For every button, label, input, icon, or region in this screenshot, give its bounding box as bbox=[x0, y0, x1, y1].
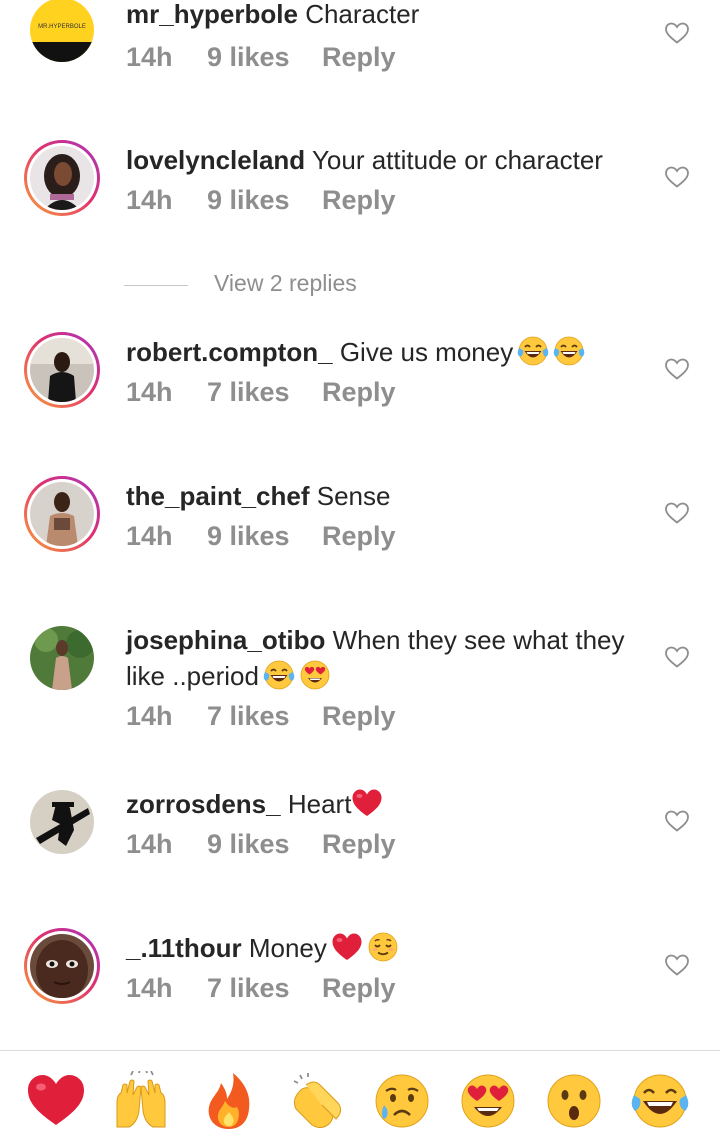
likes-count[interactable]: 7 likes bbox=[207, 701, 322, 732]
like-heart-icon[interactable] bbox=[664, 356, 690, 382]
surprised-face-reaction-icon[interactable] bbox=[544, 1071, 604, 1131]
reply-button[interactable]: Reply bbox=[322, 42, 396, 73]
comment-text: the_paint_chef Sense bbox=[126, 478, 646, 514]
avatar[interactable] bbox=[24, 332, 100, 408]
crying-face-reaction-icon[interactable] bbox=[372, 1071, 432, 1131]
comment-meta: 14h 7 likes Reply bbox=[126, 377, 396, 408]
reply-button[interactable]: Reply bbox=[322, 377, 396, 408]
heart-eyes-emoji bbox=[299, 659, 331, 691]
comment-text: _.11thour Money bbox=[126, 930, 646, 966]
username-link[interactable]: josephina_otibo bbox=[126, 625, 325, 655]
relieved-face-emoji bbox=[367, 931, 399, 963]
comment-text: mr_hyperbole Character bbox=[126, 0, 646, 32]
clapping-hands-reaction-icon[interactable] bbox=[286, 1071, 346, 1131]
username-link[interactable]: lovelyncleland bbox=[126, 145, 305, 175]
reply-button[interactable]: Reply bbox=[322, 973, 396, 1004]
avatar[interactable] bbox=[24, 620, 100, 696]
like-heart-icon[interactable] bbox=[664, 952, 690, 978]
avatar[interactable] bbox=[24, 140, 100, 216]
reply-button[interactable]: Reply bbox=[322, 701, 396, 732]
user-avatar-image bbox=[30, 146, 94, 210]
likes-count[interactable]: 9 likes bbox=[207, 521, 322, 552]
like-heart-icon[interactable] bbox=[664, 808, 690, 834]
user-avatar-image bbox=[30, 626, 94, 690]
username-link[interactable]: robert.compton_ bbox=[126, 337, 333, 367]
heart-eyes-reaction-icon[interactable] bbox=[458, 1071, 518, 1131]
reply-button[interactable]: Reply bbox=[322, 521, 396, 552]
red-heart-emoji bbox=[351, 787, 383, 819]
likes-count[interactable]: 9 likes bbox=[207, 829, 322, 860]
comment-text: robert.compton_ Give us money bbox=[126, 334, 646, 370]
comment-body: Your attitude or character bbox=[311, 145, 603, 175]
avatar[interactable] bbox=[24, 784, 100, 860]
divider bbox=[124, 285, 188, 286]
raising-hands-reaction-icon[interactable] bbox=[111, 1071, 171, 1131]
likes-count[interactable]: 7 likes bbox=[207, 973, 322, 1004]
like-heart-icon[interactable] bbox=[664, 500, 690, 526]
user-avatar-image bbox=[30, 482, 94, 546]
laughing-crying-emoji bbox=[517, 335, 549, 367]
user-avatar-image bbox=[30, 934, 94, 998]
timestamp: 14h bbox=[126, 829, 173, 859]
comment-text: zorrosdens_ Heart bbox=[126, 786, 646, 822]
fire-reaction-icon[interactable] bbox=[199, 1071, 259, 1131]
quick-reaction-bar bbox=[0, 1050, 720, 1129]
timestamp: 14h bbox=[126, 377, 173, 407]
comment-meta: 14h 7 likes Reply bbox=[126, 701, 396, 732]
comment-meta: 14h 9 likes Reply bbox=[126, 829, 396, 860]
timestamp: 14h bbox=[126, 42, 173, 72]
likes-count[interactable]: 9 likes bbox=[207, 185, 322, 216]
username-link[interactable]: mr_hyperbole bbox=[126, 0, 298, 29]
timestamp: 14h bbox=[126, 973, 173, 1003]
username-link[interactable]: zorrosdens_ bbox=[126, 789, 281, 819]
user-avatar-image bbox=[30, 790, 94, 854]
comment-meta: 14h 9 likes Reply bbox=[126, 185, 396, 216]
comment-body: Character bbox=[305, 0, 420, 29]
like-heart-icon[interactable] bbox=[664, 164, 690, 190]
comment-body: Sense bbox=[316, 481, 391, 511]
comment-meta: 14h 7 likes Reply bbox=[126, 973, 396, 1004]
user-avatar-image bbox=[30, 338, 94, 402]
username-link[interactable]: the_paint_chef bbox=[126, 481, 310, 511]
laughing-crying-reaction-icon[interactable] bbox=[630, 1071, 690, 1131]
like-heart-icon[interactable] bbox=[664, 644, 690, 670]
red-heart-emoji bbox=[331, 931, 363, 963]
timestamp: 14h bbox=[126, 185, 173, 215]
user-avatar-image: MR.HYPERBOLE bbox=[30, 0, 94, 62]
username-link[interactable]: _.11thour bbox=[126, 933, 242, 963]
laughing-crying-emoji bbox=[553, 335, 585, 367]
likes-count[interactable]: 7 likes bbox=[207, 377, 322, 408]
comment-body: Heart bbox=[287, 789, 352, 819]
avatar[interactable]: MR.HYPERBOLE bbox=[24, 0, 100, 68]
comment-text: lovelyncleland Your attitude or characte… bbox=[126, 142, 646, 178]
reply-button[interactable]: Reply bbox=[322, 829, 396, 860]
timestamp: 14h bbox=[126, 521, 173, 551]
comment-body: Give us money bbox=[339, 337, 514, 367]
timestamp: 14h bbox=[126, 701, 173, 731]
comment-meta: 14h 9 likes Reply bbox=[126, 521, 396, 552]
view-replies-label[interactable]: View 2 replies bbox=[214, 270, 357, 297]
red-heart-reaction-icon[interactable] bbox=[26, 1071, 86, 1131]
likes-count[interactable]: 9 likes bbox=[207, 42, 322, 73]
avatar[interactable] bbox=[24, 476, 100, 552]
comment-text: josephina_otibo When they see what they … bbox=[126, 622, 646, 694]
avatar[interactable] bbox=[24, 928, 100, 1004]
svg-text:MR.HYPERBOLE: MR.HYPERBOLE bbox=[38, 24, 86, 30]
like-heart-icon[interactable] bbox=[664, 20, 690, 46]
comment-body: Money bbox=[248, 933, 327, 963]
reply-button[interactable]: Reply bbox=[322, 185, 396, 216]
laughing-crying-emoji bbox=[263, 659, 295, 691]
comment-meta: 14h 9 likes Reply bbox=[126, 42, 396, 73]
